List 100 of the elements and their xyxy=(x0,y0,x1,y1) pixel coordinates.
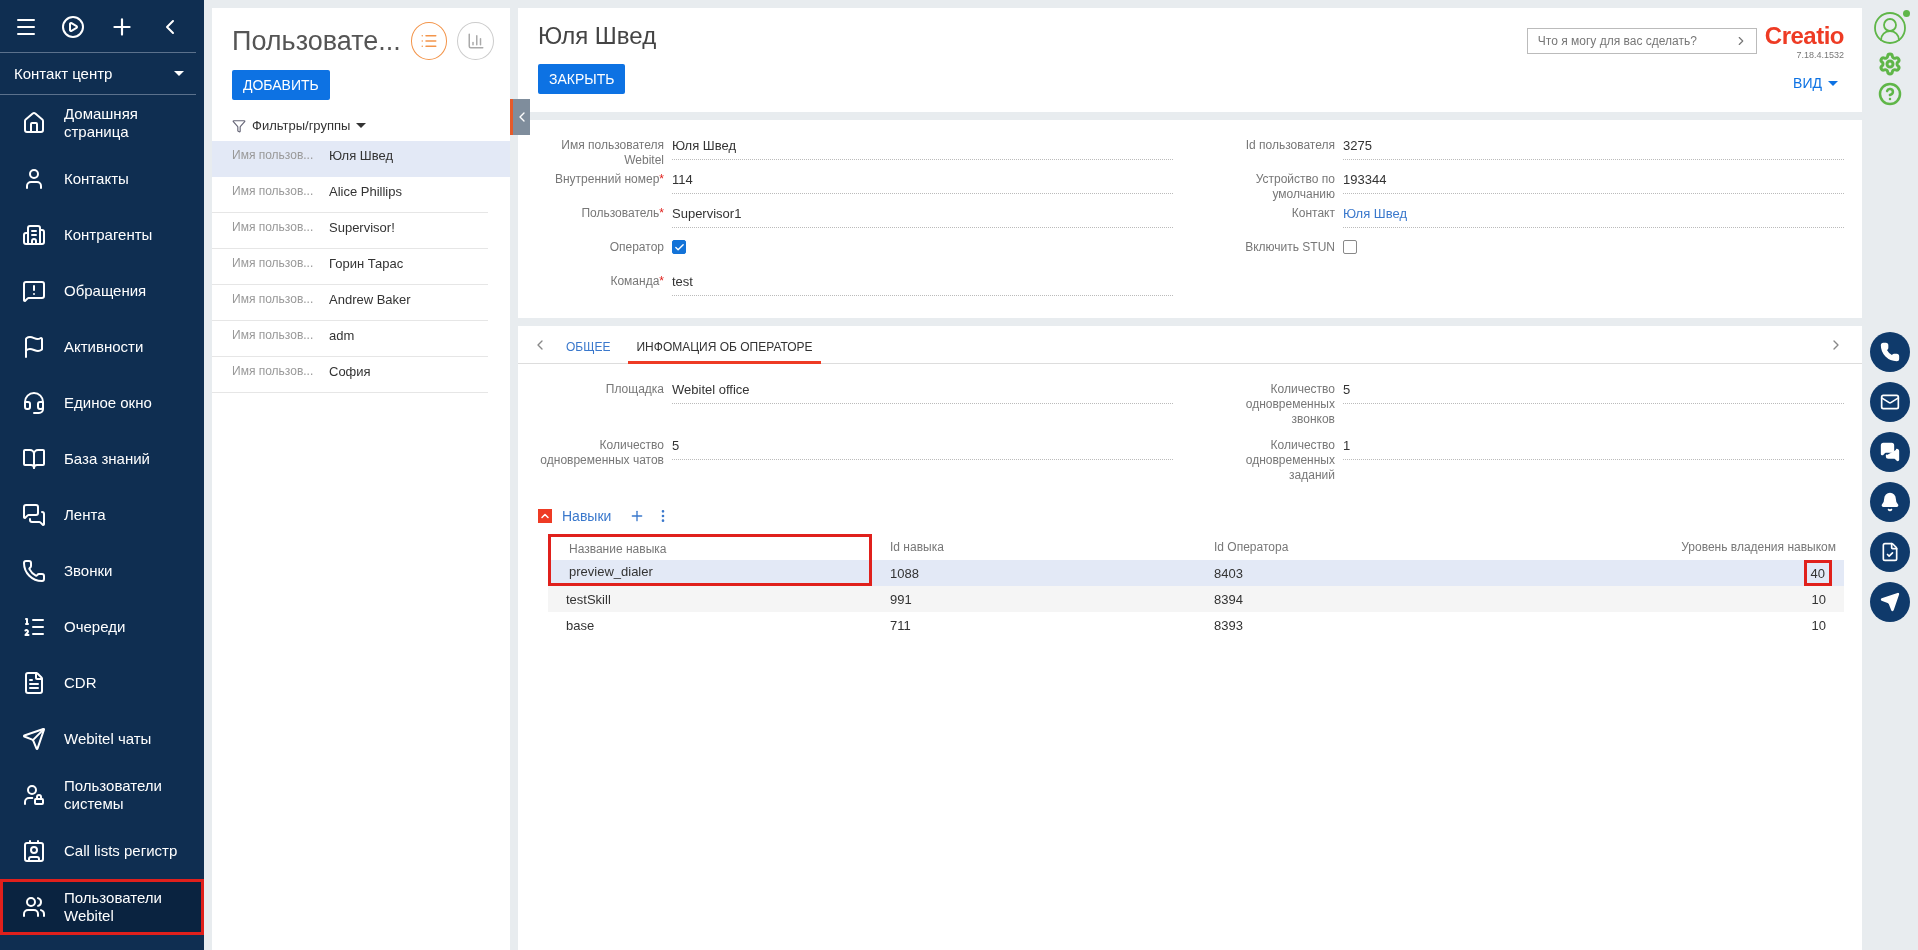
required-mark: * xyxy=(659,206,664,220)
list-title: Пользовате... xyxy=(232,25,401,57)
table-cell-text: 991 xyxy=(889,590,913,609)
mail-icon[interactable] xyxy=(1870,382,1910,422)
table-cell-text: base xyxy=(565,616,596,635)
checkbox[interactable] xyxy=(672,240,686,254)
field-label: Устройство по умолчанию xyxy=(1255,172,1335,201)
field-value[interactable]: 193344 xyxy=(1343,168,1844,194)
phone-icon xyxy=(20,559,48,583)
list-row[interactable]: Имя пользов... Горин Тарас xyxy=(212,249,488,285)
list-row[interactable]: Имя пользов... adm xyxy=(212,321,488,357)
table-row[interactable]: preview_dialer 1088 8403 40 xyxy=(548,560,1844,586)
sidebar-label: База знаний xyxy=(64,450,150,468)
tab[interactable]: ОБЩЕЕ xyxy=(558,325,619,364)
checkbox[interactable] xyxy=(1343,240,1357,254)
sidebar-label: Контрагенты xyxy=(64,226,153,244)
sidebar-item[interactable]: Webitel чаты xyxy=(0,711,204,767)
field-label: Площадка xyxy=(604,381,664,397)
play-circle-icon[interactable] xyxy=(61,15,86,39)
field-label: Пользователь xyxy=(581,206,660,220)
chart-view-button[interactable] xyxy=(457,22,494,60)
field-label: Количество одновременных чатов xyxy=(539,437,664,468)
sidebar-label: Домашняя страница xyxy=(64,105,139,141)
list-row[interactable]: Имя пользов... Andrew Baker xyxy=(212,285,488,321)
paper-plane-icon[interactable] xyxy=(1870,582,1910,622)
field-value[interactable]: 1 xyxy=(1343,434,1844,460)
search-box[interactable]: Что я могу для вас сделать? xyxy=(1526,28,1757,54)
filters-dropdown[interactable]: Фильтры/группы xyxy=(232,118,510,133)
phone-icon[interactable] xyxy=(1870,332,1910,372)
document-icon[interactable] xyxy=(1870,532,1910,572)
bar-chart-icon xyxy=(466,32,485,50)
sidebar-item[interactable]: Пользователи Webitel xyxy=(0,879,204,935)
field-value[interactable]: 114 xyxy=(672,168,1173,194)
sidebar-item[interactable]: CDR xyxy=(0,655,204,711)
list-row[interactable]: Имя пользов... Supervisor! xyxy=(212,213,488,249)
field-label: Внутренний номер xyxy=(554,172,660,186)
field-value[interactable]: Юля Швед xyxy=(672,134,1173,160)
sidebar-label: Звонки xyxy=(64,562,113,580)
sidebar-item[interactable]: Call lists регистр xyxy=(0,823,204,879)
list-row[interactable]: Имя пользов... Юля Швед xyxy=(212,141,510,177)
link-field[interactable]: Юля Швед xyxy=(1343,202,1844,228)
sidebar-label: Call lists регистр xyxy=(64,842,178,860)
field-label: Оператор xyxy=(609,240,664,254)
sidebar-item[interactable]: Контакты xyxy=(0,151,204,207)
sidebar-label: Очереди xyxy=(64,618,126,636)
field-label: Включить STUN xyxy=(1245,240,1335,254)
field-value[interactable]: Supervisor1 xyxy=(672,202,1173,228)
field-value[interactable]: 5 xyxy=(1343,378,1844,404)
field-value[interactable]: 3275 xyxy=(1343,134,1844,160)
sidebar-item[interactable]: Обращения xyxy=(0,263,204,319)
sidebar-label: Обращения xyxy=(64,282,147,300)
table-cell-text: 8403 xyxy=(1213,564,1244,583)
sidebar-item[interactable]: Активности xyxy=(0,319,204,375)
row-value: Alice Phillips xyxy=(329,184,402,201)
sidebar-label: Пользователи системы xyxy=(64,777,163,813)
field-value[interactable]: 5 xyxy=(672,434,1173,460)
sidebar-item[interactable]: Пользователи системы xyxy=(0,767,204,823)
sidebar-item[interactable]: Лента xyxy=(0,487,204,543)
list-row[interactable]: Имя пользов... София xyxy=(212,357,488,393)
filter-icon xyxy=(232,118,246,133)
sidebar-item[interactable]: Единое окно xyxy=(0,375,204,431)
sidebar-item[interactable]: Домашняя страница xyxy=(0,95,204,151)
field-label: Количество одновременных заданий xyxy=(1244,437,1335,483)
field-value[interactable]: Webitel office xyxy=(672,378,1173,404)
bell-icon[interactable] xyxy=(1870,482,1910,522)
row-value: Юля Швед xyxy=(329,148,393,165)
close-button[interactable]: ЗАКРЫТЬ xyxy=(538,64,626,94)
collapse-handle[interactable] xyxy=(510,99,530,135)
row-value: Supervisor! xyxy=(329,220,395,237)
sidebar-label: Контакты xyxy=(64,170,129,188)
column-header: Уровень владения навыком xyxy=(1680,539,1837,556)
table-row[interactable]: base 711 8393 10 xyxy=(548,612,1844,638)
table-row[interactable]: testSkill 991 8394 10 xyxy=(548,586,1844,612)
list-row[interactable]: Имя пользов... Alice Phillips xyxy=(212,177,488,213)
table-cell-text: 8394 xyxy=(1213,590,1244,609)
view-dropdown[interactable]: ВИД xyxy=(1787,74,1844,92)
sidebar-label: Единое окно xyxy=(64,394,152,412)
add-button[interactable]: ДОБАВИТЬ xyxy=(232,70,330,100)
tab[interactable]: ИНФОМАЦИЯ ОБ ОПЕРАТОРЕ xyxy=(628,325,821,364)
paper-plane-icon xyxy=(20,727,48,751)
row-caption: Имя пользов... xyxy=(232,220,315,236)
sidebar-item[interactable]: Контрагенты xyxy=(0,207,204,263)
sidebar-item[interactable]: База знаний xyxy=(0,431,204,487)
field-label: Имя пользователя Webitel xyxy=(561,138,664,167)
sidebar-item[interactable]: Очереди xyxy=(0,599,204,655)
collapse-toggle[interactable] xyxy=(538,509,552,523)
sidebar-item[interactable]: Звонки xyxy=(0,543,204,599)
field-value[interactable]: test xyxy=(672,270,1173,296)
section-dropdown[interactable]: Контакт центр xyxy=(0,53,196,95)
chat-bubbles-icon xyxy=(20,503,48,527)
row-value: София xyxy=(329,364,371,381)
field-label: Количество одновременных звонков xyxy=(1244,381,1335,427)
row-caption: Имя пользов... xyxy=(232,364,315,380)
required-mark: * xyxy=(659,274,664,288)
book-icon xyxy=(20,447,48,471)
sidebar-label: Лента xyxy=(64,506,106,524)
required-mark: * xyxy=(659,172,664,186)
version-text: 7.18.4.1532 xyxy=(1796,50,1844,60)
chat-bubbles-icon[interactable] xyxy=(1870,432,1910,472)
column-header: Id Оператора xyxy=(1213,539,1290,556)
